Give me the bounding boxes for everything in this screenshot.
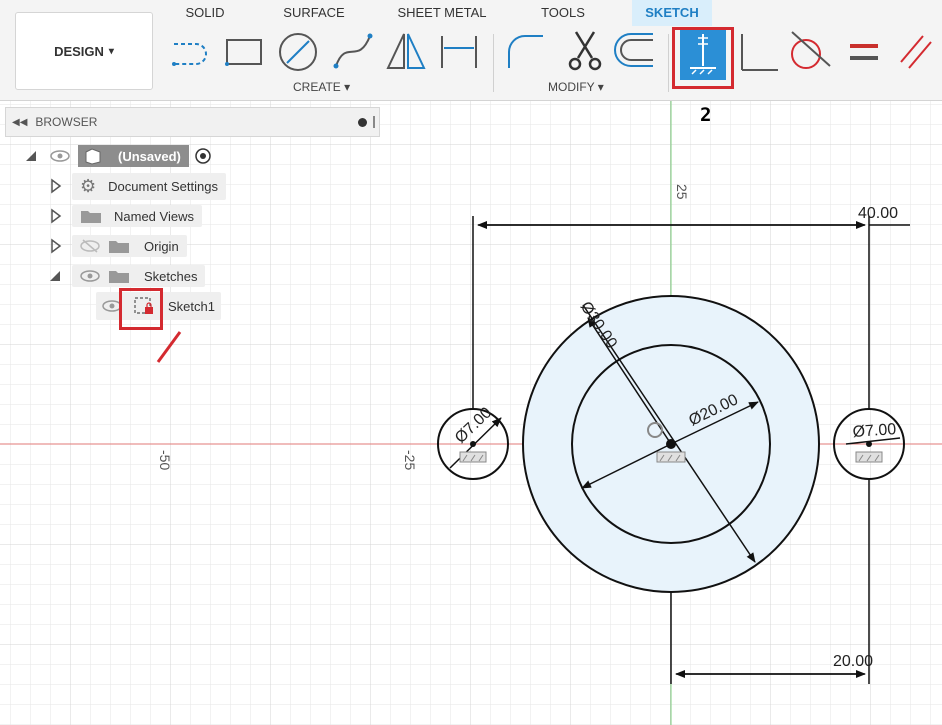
expand-triangle-icon[interactable] <box>50 178 62 194</box>
eye-icon[interactable] <box>50 149 70 163</box>
axis-label-left-near: -25 <box>402 450 418 470</box>
tree-row-root[interactable]: (Unsaved) <box>24 144 212 168</box>
ribbon-toolbar: SOLID SURFACE SHEET METAL TOOLS SKETCH D… <box>0 0 942 101</box>
tab-tools[interactable]: TOOLS <box>528 0 598 26</box>
folder-icon <box>81 211 101 223</box>
activate-radio-icon[interactable] <box>194 147 212 165</box>
fix-glyph-icon <box>656 451 686 463</box>
dimension-right-hole-text[interactable]: Ø7.00 <box>852 421 897 441</box>
highlight-box-sketch-icon <box>119 288 163 330</box>
minimize-panel-icon[interactable] <box>358 117 367 127</box>
modify-group-label[interactable]: MODIFY ▾ <box>548 80 604 94</box>
tree-row-origin[interactable]: Origin <box>50 234 187 258</box>
expand-triangle-icon[interactable] <box>24 149 38 163</box>
component-icon <box>85 148 101 165</box>
fillet-tool-icon[interactable] <box>503 28 549 74</box>
tab-surface[interactable]: SURFACE <box>275 0 353 26</box>
document-settings-label: Document Settings <box>108 178 218 194</box>
trim-scissors-icon[interactable] <box>562 28 608 74</box>
spline-tool-icon[interactable] <box>330 28 376 74</box>
eye-hidden-icon[interactable] <box>80 239 100 253</box>
expand-triangle-icon[interactable] <box>50 238 62 254</box>
tab-solid[interactable]: SOLID <box>172 0 238 26</box>
axis-label-top: 25 <box>674 184 690 200</box>
collapse-panel-icon[interactable]: ◀◀ <box>12 117 27 128</box>
browser-title: BROWSER <box>35 115 98 129</box>
circle-tool-icon[interactable] <box>275 28 321 74</box>
dimension-offset-text[interactable]: 20.00 <box>833 653 873 670</box>
eye-icon[interactable] <box>80 269 100 283</box>
tree-row-named-views[interactable]: Named Views <box>50 204 202 228</box>
tab-sheet-metal[interactable]: SHEET METAL <box>390 0 494 26</box>
design-label: DESIGN <box>54 43 104 59</box>
offset-tool-icon[interactable] <box>611 28 657 74</box>
folder-icon <box>109 241 129 253</box>
origin-label: Origin <box>144 238 179 254</box>
expand-triangle-icon[interactable] <box>48 269 62 283</box>
center-point[interactable] <box>866 441 872 447</box>
sketch1-label: Sketch1 <box>168 298 215 314</box>
expand-triangle-icon[interactable] <box>50 208 62 224</box>
highlight-box-fix-tool <box>672 27 734 89</box>
tree-row-sketches[interactable]: Sketches <box>48 264 206 288</box>
parallel-constraint-icon[interactable] <box>895 28 941 74</box>
document-settings-item[interactable]: ⚙ Document Settings <box>72 172 226 200</box>
chevron-down-icon: ▾ <box>108 45 114 57</box>
center-point[interactable] <box>470 441 476 447</box>
tangent-constraint-icon[interactable] <box>786 28 832 74</box>
toolbar-separator <box>668 34 669 92</box>
coincident-constraint-icon[interactable] <box>736 28 782 74</box>
toolbar-separator <box>493 34 494 92</box>
browser-panel: ◀◀ BROWSER <box>5 107 380 137</box>
equal-constraint-icon[interactable] <box>842 28 888 74</box>
fix-glyph-icon <box>459 451 487 463</box>
annotation-stroke <box>156 331 182 363</box>
origin-item[interactable]: Origin <box>72 235 187 257</box>
named-views-label: Named Views <box>114 208 194 224</box>
mirror-tool-icon[interactable] <box>382 28 428 74</box>
sketches-item[interactable]: Sketches <box>72 265 206 287</box>
rectangle-tool-icon[interactable] <box>221 28 267 74</box>
axis-label-left-far: -50 <box>157 450 173 470</box>
sketches-label: Sketches <box>144 268 198 284</box>
panel-grip-icon[interactable] <box>373 116 375 128</box>
gear-icon: ⚙ <box>80 175 97 196</box>
slot-tool-icon[interactable] <box>168 28 214 74</box>
folder-icon <box>109 271 129 283</box>
tree-row-document-settings[interactable]: ⚙ Document Settings <box>50 172 226 200</box>
design-workspace-button[interactable]: DESIGN ▾ <box>15 12 153 90</box>
dimension-tool-icon[interactable] <box>436 28 482 74</box>
named-views-item[interactable]: Named Views <box>72 205 202 227</box>
dimension-width-text[interactable]: 40.00 <box>858 205 898 222</box>
root-component[interactable]: (Unsaved) <box>78 145 189 167</box>
create-group-label[interactable]: CREATE ▾ <box>293 80 350 94</box>
root-component-label: (Unsaved) <box>118 148 181 164</box>
fix-glyph-icon <box>855 451 883 463</box>
browser-header: ◀◀ BROWSER <box>5 107 380 137</box>
center-point[interactable] <box>666 439 676 449</box>
tab-sketch[interactable]: SKETCH <box>632 0 712 26</box>
